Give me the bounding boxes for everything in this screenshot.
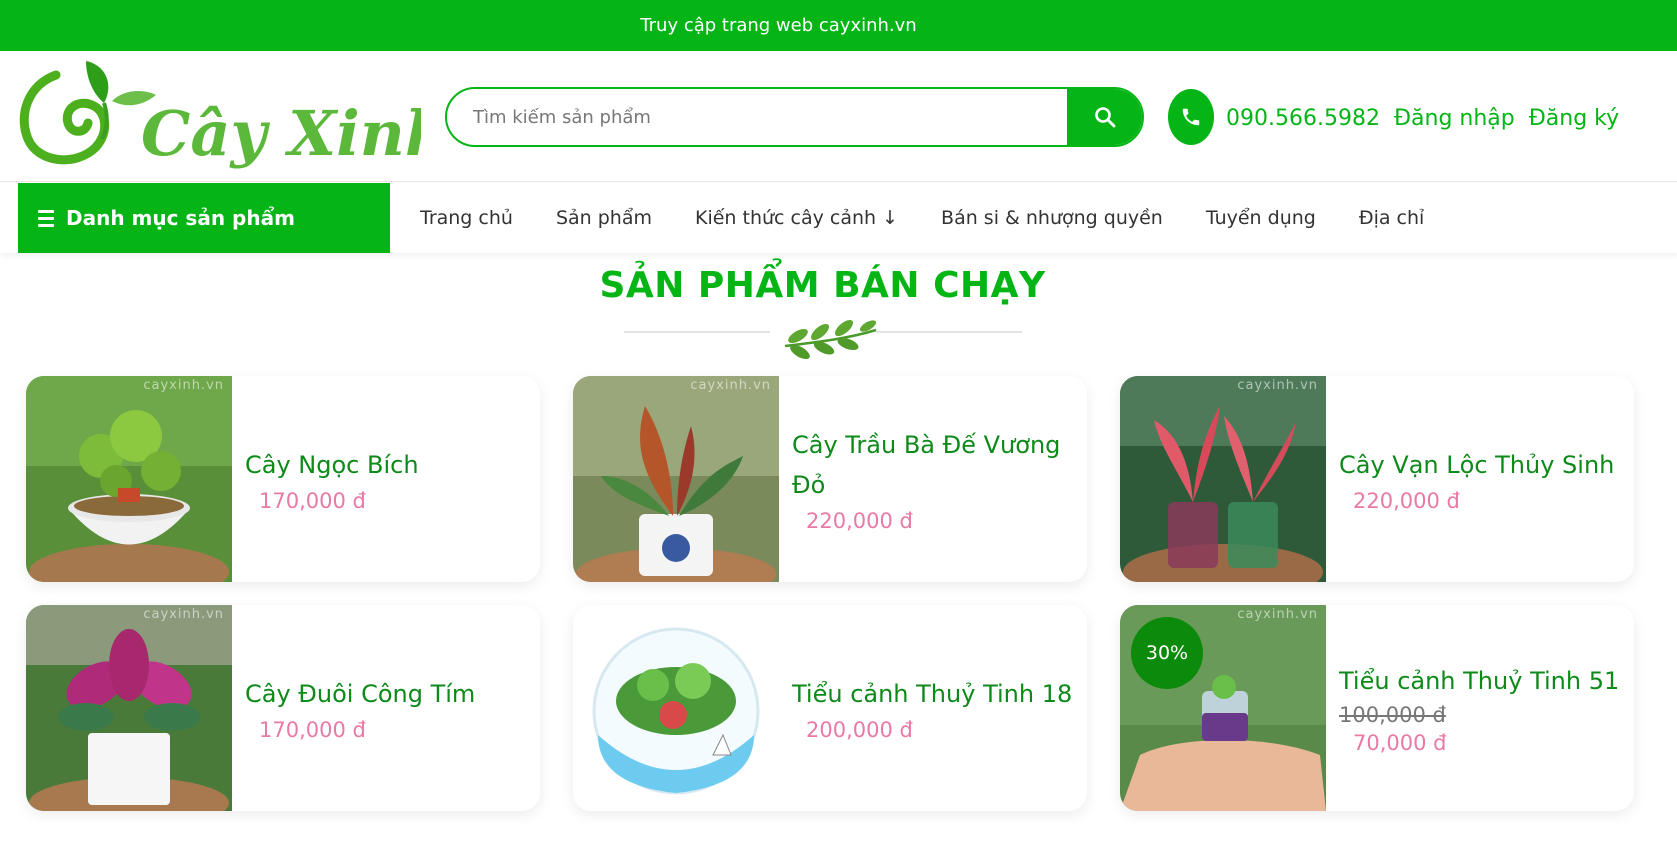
- image-watermark: cayxinh.vn: [143, 607, 224, 622]
- product-name[interactable]: Cây Đuôi Công Tím: [245, 674, 535, 714]
- search-button[interactable]: [1067, 89, 1142, 145]
- nav-item-products[interactable]: Sản phẩm: [556, 207, 652, 229]
- nav-menu: Trang chủ Sản phẩm Kiến thức cây cảnh ↓ …: [420, 183, 1424, 253]
- product-name[interactable]: Tiểu cảnh Thuỷ Tinh 51: [1339, 661, 1629, 701]
- product-card[interactable]: Tiểu cảnh Thuỷ Tinh 18 200,000 đ: [573, 605, 1087, 811]
- product-price: 170,000 đ: [259, 489, 366, 513]
- section-title: SẢN PHẨM BÁN CHẠY: [599, 265, 1046, 306]
- product-card[interactable]: cayxinh.vn Cây Trầu Bà Đế Vương Đỏ 220,0…: [573, 376, 1087, 582]
- top-announcement-bar: Truy cập trang web cayxinh.vn: [0, 0, 1677, 51]
- product-card[interactable]: cayxinh.vn 30% Tiểu cảnh Thuỷ Tinh 51 10…: [1120, 605, 1634, 811]
- leaf-divider: [620, 318, 1026, 368]
- nav-item-wholesale[interactable]: Bán si & nhượng quyền: [941, 207, 1163, 229]
- nav-item-address[interactable]: Địa chỉ: [1359, 207, 1424, 229]
- product-image[interactable]: cayxinh.vn: [26, 605, 232, 811]
- category-menu-label: Danh mục sản phẩm: [66, 206, 295, 230]
- image-watermark: cayxinh.vn: [143, 378, 224, 393]
- image-watermark: cayxinh.vn: [690, 378, 771, 393]
- product-name[interactable]: Cây Ngọc Bích: [245, 445, 535, 485]
- product-info: Cây Đuôi Công Tím 170,000 đ: [245, 605, 535, 811]
- phone-number-link[interactable]: 090.566.5982: [1226, 106, 1380, 131]
- product-name[interactable]: Cây Trầu Bà Đế Vương Đỏ: [792, 425, 1082, 505]
- nav-item-home[interactable]: Trang chủ: [420, 207, 513, 229]
- search-input[interactable]: [447, 89, 1067, 145]
- phone-icon[interactable]: [1168, 89, 1214, 145]
- product-old-price: 100,000 đ: [1339, 703, 1446, 727]
- product-card[interactable]: cayxinh.vn Cây Vạn Lộc Thủy Sinh 220,000…: [1120, 376, 1634, 582]
- product-info: Cây Ngọc Bích 170,000 đ: [245, 376, 535, 582]
- site-header: Cây Xinh 090.566.5982 Đăng nhập Đăng ký: [0, 51, 1677, 182]
- search-bar: [445, 87, 1144, 147]
- product-price: 220,000 đ: [1353, 489, 1460, 513]
- login-link[interactable]: Đăng nhập: [1394, 106, 1515, 131]
- product-price: 220,000 đ: [806, 509, 913, 533]
- category-menu-button[interactable]: Danh mục sản phẩm: [18, 183, 390, 253]
- discount-badge: 30%: [1131, 617, 1203, 689]
- register-link[interactable]: Đăng ký: [1529, 106, 1619, 131]
- site-logo[interactable]: Cây Xinh: [16, 55, 450, 177]
- product-name[interactable]: Cây Vạn Lộc Thủy Sinh: [1339, 445, 1629, 485]
- product-info: Tiểu cảnh Thuỷ Tinh 51 100,000 đ 70,000 …: [1339, 605, 1629, 811]
- product-info: Cây Trầu Bà Đế Vương Đỏ 220,000 đ: [792, 376, 1082, 582]
- nav-item-careers[interactable]: Tuyển dụng: [1206, 207, 1316, 229]
- nav-item-knowledge[interactable]: Kiến thức cây cảnh ↓: [695, 207, 898, 229]
- header-links: 090.566.5982 Đăng nhập Đăng ký: [1226, 101, 1619, 135]
- product-image[interactable]: cayxinh.vn 30%: [1120, 605, 1326, 811]
- hamburger-icon: [38, 209, 54, 227]
- product-image[interactable]: cayxinh.vn: [573, 376, 779, 582]
- product-price: 170,000 đ: [259, 718, 366, 742]
- product-price: 200,000 đ: [806, 718, 913, 742]
- product-info: Cây Vạn Lộc Thủy Sinh 220,000 đ: [1339, 376, 1629, 582]
- main-navbar: Danh mục sản phẩm Trang chủ Sản phẩm Kiế…: [0, 183, 1677, 253]
- svg-text:Cây Xinh: Cây Xinh: [141, 97, 421, 170]
- product-price: 70,000 đ: [1353, 731, 1447, 755]
- image-watermark: cayxinh.vn: [1237, 378, 1318, 393]
- product-card[interactable]: cayxinh.vn Cây Ngọc Bích 170,000 đ: [26, 376, 540, 582]
- product-info: Tiểu cảnh Thuỷ Tinh 18 200,000 đ: [792, 605, 1082, 811]
- search-icon: [1094, 107, 1115, 128]
- product-image[interactable]: cayxinh.vn: [26, 376, 232, 582]
- product-image[interactable]: cayxinh.vn: [1120, 376, 1326, 582]
- product-name[interactable]: Tiểu cảnh Thuỷ Tinh 18: [792, 674, 1082, 714]
- announcement-text: Truy cập trang web cayxinh.vn: [640, 15, 917, 36]
- product-image[interactable]: [573, 605, 779, 811]
- image-watermark: cayxinh.vn: [1237, 607, 1318, 622]
- product-card[interactable]: cayxinh.vn Cây Đuôi Công Tím 170,000 đ: [26, 605, 540, 811]
